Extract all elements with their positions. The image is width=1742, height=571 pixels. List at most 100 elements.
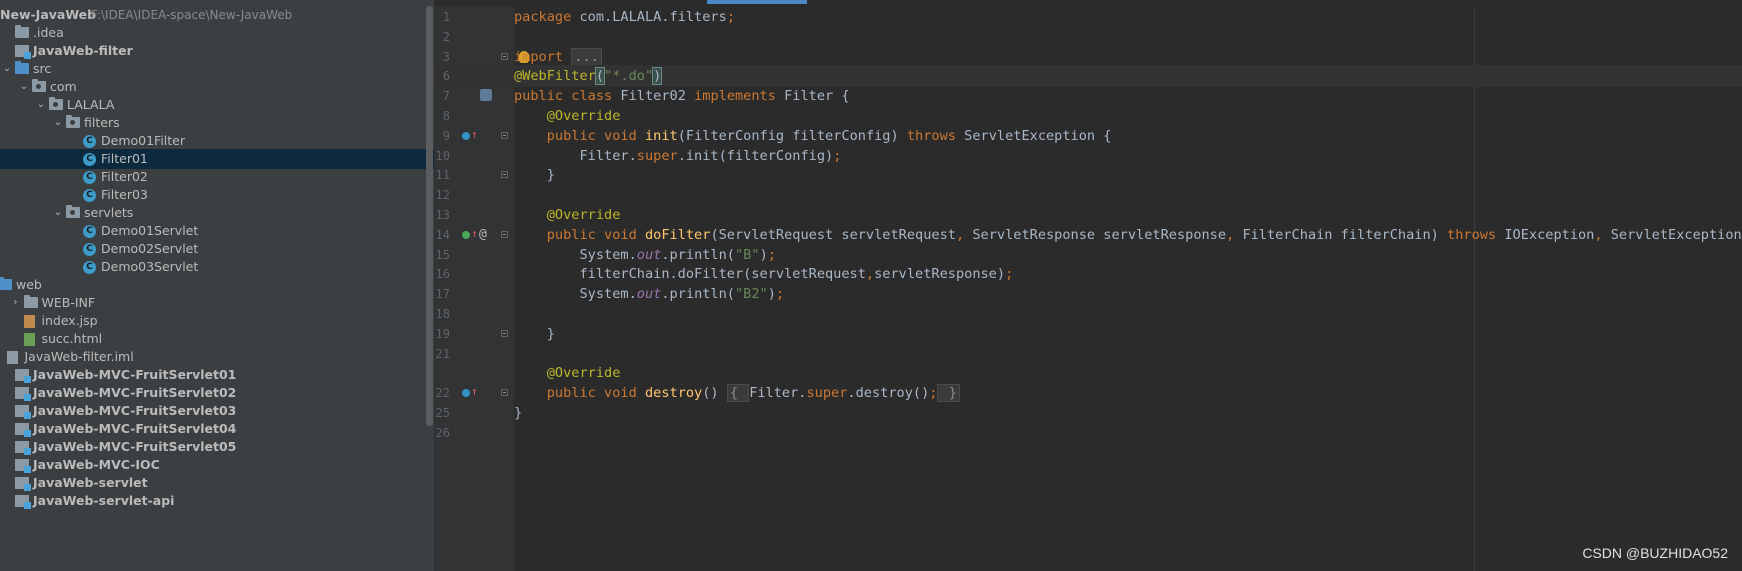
tree-item[interactable]: C Demo02Servlet — [0, 239, 434, 259]
code-line[interactable]: 19 } — [434, 323, 1742, 345]
code-line[interactable]: 8 @Override — [434, 105, 1742, 127]
code-token: implements — [694, 88, 785, 105]
line-number: 14 — [435, 227, 450, 242]
tree-item-label: servlets — [84, 205, 134, 220]
code-token: super — [806, 385, 848, 402]
tree-item[interactable]: JavaWeb-MVC-FruitServlet03 — [0, 401, 434, 421]
tree-item[interactable]: JavaWeb-filter — [0, 41, 434, 61]
implements-method-icon[interactable] — [462, 131, 470, 140]
annotation-gutter-icon[interactable]: @ — [479, 224, 487, 246]
code-line[interactable]: 11 } — [434, 164, 1742, 186]
code-line[interactable]: 2 — [434, 26, 1742, 48]
tree-item[interactable]: ⌄ filters — [0, 113, 434, 133]
code-line[interactable]: 12 — [434, 184, 1742, 206]
tree-item[interactable]: JavaWeb-servlet — [0, 473, 434, 493]
code-token: public void — [514, 385, 645, 402]
code-line[interactable]: 18 — [434, 303, 1742, 325]
tree-item[interactable]: C Filter03 — [0, 185, 434, 205]
folder-icon — [15, 25, 29, 38]
project-root-row[interactable]: New-JavaWeb F:\IDEA\IDEA-space\New-JavaWe… — [0, 5, 434, 25]
line-number: 13 — [435, 208, 450, 222]
line-number: 2 — [442, 29, 450, 44]
code-line[interactable]: 14 ↑ @ public void doFilter(ServletRequest… — [434, 224, 1742, 246]
tree-item[interactable]: ⌄ servlets — [0, 203, 434, 223]
code-line[interactable]: 26 — [434, 422, 1742, 444]
code-line[interactable]: 15 System.out.println("B"); — [434, 244, 1742, 266]
code-line[interactable]: 10 Filter.super.init(filterConfig); — [434, 145, 1742, 167]
code-token: com.LALALA.filters — [579, 9, 727, 25]
tree-item-label: JavaWeb-servlet — [33, 475, 148, 490]
tree-item[interactable]: JavaWeb-servlet-api — [0, 491, 434, 511]
web-filter-gutter-icon[interactable] — [480, 89, 492, 102]
code-line[interactable]: @Override — [434, 362, 1742, 384]
code-line[interactable]: 1 package com.LALALA.filters; — [434, 6, 1742, 28]
chevron-down-icon[interactable]: ⌄ — [18, 77, 30, 97]
module-icon — [15, 387, 31, 401]
tree-item[interactable]: JavaWeb-MVC-FruitServlet01 — [0, 365, 434, 385]
tree-item-label: JavaWeb-filter — [33, 43, 133, 58]
tree-item[interactable]: .idea — [0, 23, 434, 43]
tree-item[interactable]: ⌄web — [0, 275, 434, 295]
code-token: ; — [767, 246, 776, 263]
html-file-icon — [23, 333, 35, 346]
code-line[interactable]: 13 @Override — [434, 204, 1742, 226]
tree-item[interactable]: ⌄ com — [0, 77, 434, 97]
tree-item[interactable]: C Filter02 — [0, 167, 434, 187]
code-token: ; — [726, 9, 735, 25]
code-line[interactable]: 7 public class Filter02 implements Filter… — [434, 85, 1742, 107]
tree-item-label: Demo01Filter — [101, 133, 186, 148]
tree-item[interactable]: C Filter01 — [0, 149, 434, 169]
tree-item[interactable]: C Demo01Filter — [0, 131, 434, 151]
code-token: () — [702, 385, 727, 402]
tree-item[interactable]: JavaWeb-filter.iml — [0, 347, 434, 367]
tree-item[interactable]: ⌄ LALALA — [0, 95, 434, 115]
tree-item[interactable]: succ.html — [0, 329, 434, 349]
fold-marker-icon[interactable] — [501, 131, 508, 139]
chevron-down-icon[interactable]: ⌄ — [1, 59, 13, 79]
tree-item[interactable]: › WEB-INF — [0, 293, 434, 313]
override-arrow-icon[interactable]: ↑ — [471, 386, 478, 397]
tree-item[interactable]: C Demo01Servlet — [0, 221, 434, 241]
tree-item[interactable]: JavaWeb-MVC-FruitServlet05 — [0, 437, 434, 457]
code-token: ServletException { — [964, 127, 1112, 144]
active-tab-indicator — [707, 0, 807, 4]
chevron-right-icon[interactable]: › — [10, 293, 22, 313]
code-line[interactable]: 9 ↑ public void init(FilterConfig filterC… — [434, 125, 1742, 147]
tree-item[interactable]: index.jsp — [0, 311, 434, 331]
chevron-down-icon[interactable]: ⌄ — [52, 113, 64, 133]
code-text: @Override — [514, 204, 621, 226]
code-line[interactable]: 22 ↑ public void destroy() { Filter.super… — [434, 382, 1742, 404]
chevron-down-icon[interactable]: ⌄ — [52, 203, 64, 223]
tree-item[interactable]: JavaWeb-MVC-IOC — [0, 455, 434, 475]
project-tree-scrollbar[interactable] — [426, 6, 433, 426]
tree-item[interactable]: C Demo03Servlet — [0, 257, 434, 277]
tree-item[interactable]: ⌄ src — [0, 59, 434, 79]
override-arrow-icon[interactable]: ↑ — [471, 129, 478, 140]
code-editor[interactable]: 1 package com.LALALA.filters; 2 3 import ...… — [434, 0, 1742, 571]
fold-marker-icon[interactable] — [501, 52, 508, 60]
code-token: System. — [514, 246, 637, 263]
code-token: ; — [1005, 266, 1014, 283]
code-line[interactable]: 6 @WebFilter("*.do") — [434, 65, 1742, 88]
override-arrow-icon[interactable]: ↑ — [471, 228, 478, 239]
code-token: { — [726, 384, 750, 403]
tree-item-label: .idea — [33, 25, 64, 40]
code-token: } — [514, 405, 523, 421]
chevron-down-icon[interactable]: ⌄ — [35, 95, 47, 115]
code-text: @Override — [514, 105, 621, 127]
implements-method-icon[interactable] — [462, 389, 470, 398]
tree-item[interactable]: JavaWeb-MVC-FruitServlet02 — [0, 383, 434, 403]
code-line[interactable]: 21 — [434, 343, 1742, 365]
implements-method-icon[interactable] — [462, 230, 470, 239]
code-line[interactable]: 17 System.out.println("B2"); — [434, 283, 1742, 305]
tree-item[interactable]: JavaWeb-MVC-FruitServlet04 — [0, 419, 434, 439]
fold-marker-icon[interactable] — [501, 230, 508, 238]
code-line[interactable]: 25} — [434, 402, 1742, 424]
fold-marker-icon[interactable] — [501, 329, 508, 337]
code-line[interactable]: 16 filterChain.doFilter(servletRequest,s… — [434, 263, 1742, 285]
code-line[interactable]: 3 import ... — [434, 46, 1742, 68]
tree-item-label: JavaWeb-filter.iml — [24, 349, 134, 364]
fold-marker-icon[interactable] — [501, 171, 508, 179]
code-token: i — [514, 48, 523, 65]
fold-marker-icon[interactable] — [501, 389, 508, 397]
